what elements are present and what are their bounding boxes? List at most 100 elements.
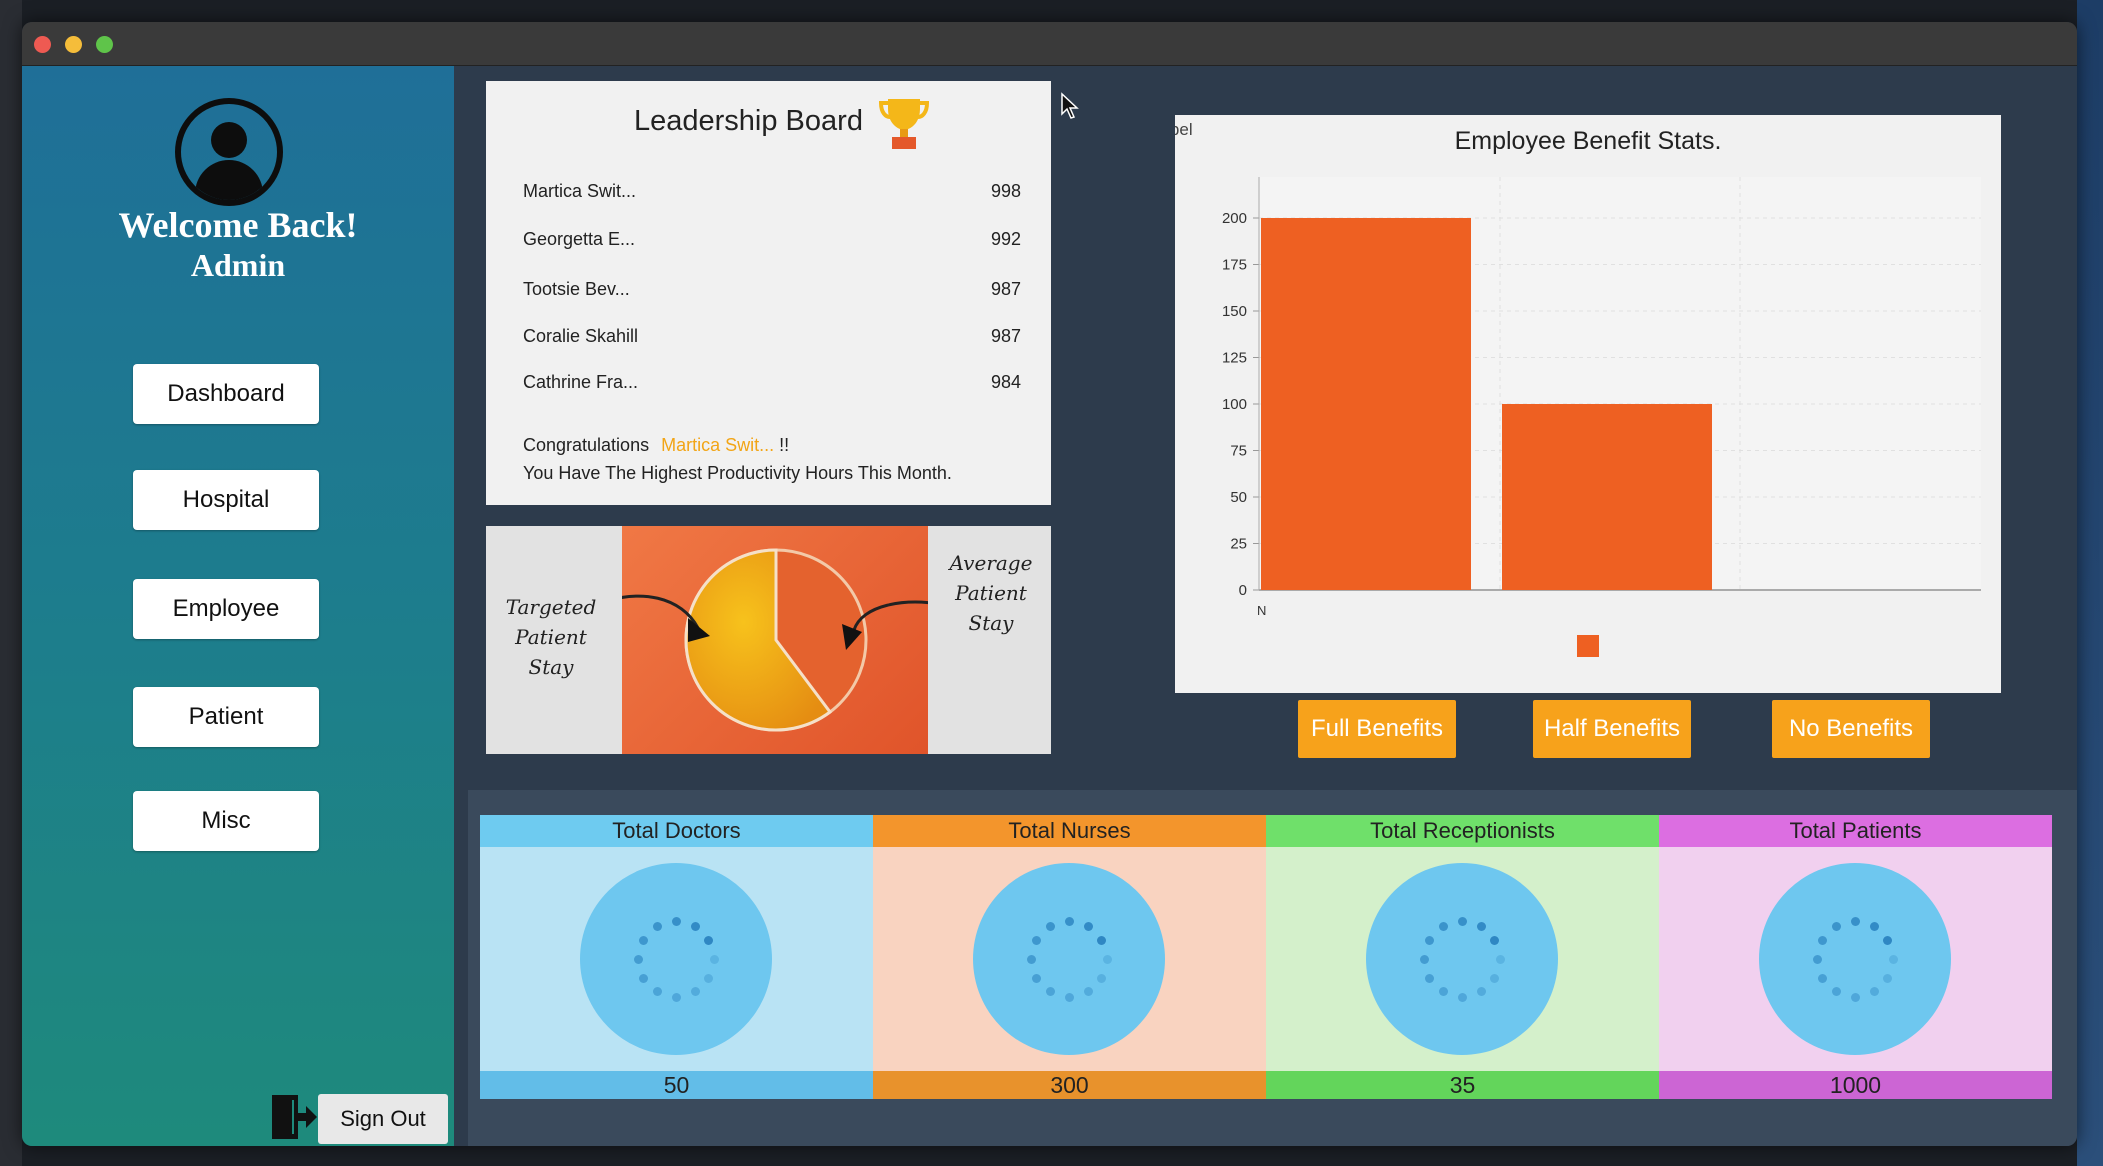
stat-label: Total Patients — [1659, 815, 2052, 847]
average-stay-label: Average Patient Stay — [949, 551, 1033, 635]
half-benefits-button[interactable]: Half Benefits — [1533, 700, 1691, 758]
spinner-dot — [1064, 916, 1074, 926]
full-benefits-button[interactable]: Full Benefits — [1298, 700, 1456, 758]
spinner-dot — [690, 921, 700, 931]
sidebar: Welcome Back! Admin Dashboard Hospital E… — [22, 66, 454, 1146]
nav-hospital-button[interactable]: Hospital — [133, 470, 319, 530]
nav-dashboard-button[interactable]: Dashboard — [133, 364, 319, 424]
spinner-dot — [1817, 973, 1827, 983]
leaderboard-name: Cathrine Fra... — [523, 372, 639, 392]
y-tick-label: 125 — [1222, 350, 1247, 367]
spinner-dot — [1817, 935, 1827, 945]
spinner-dot — [1883, 935, 1893, 945]
spinner-dot — [690, 987, 700, 997]
stat-label: Total Receptionists — [1266, 815, 1659, 847]
leaderboard-name: Coralie Skahill — [523, 326, 639, 346]
maximize-window-button[interactable] — [96, 36, 113, 53]
stat-card-receptionists: Total Receptionists 35 — [1266, 815, 1659, 1099]
spinner-dot — [1102, 954, 1112, 964]
desktop-background-right — [2077, 0, 2103, 1166]
trophy-icon — [878, 99, 930, 149]
sign-out-button[interactable]: Sign Out — [318, 1094, 448, 1144]
x-tick-label: N — [1257, 603, 1266, 618]
spinner-dot — [1097, 973, 1107, 983]
spinner-dot — [1419, 954, 1429, 964]
app-window: Welcome Back! Admin Dashboard Hospital E… — [22, 22, 2077, 1146]
spinner-dot — [1097, 935, 1107, 945]
nav-patient-button[interactable]: Patient — [133, 687, 319, 747]
spinner-dot — [709, 954, 719, 964]
y-tick-label: 25 — [1230, 536, 1247, 553]
desktop-background-left — [0, 0, 22, 1166]
bar — [1261, 218, 1471, 590]
loading-spinner-icon — [580, 863, 772, 1055]
spinner-dot — [1031, 935, 1041, 945]
pie-chart-image — [591, 548, 953, 732]
leaderboard-name: Martica Swit... — [523, 181, 637, 201]
loading-spinner-icon — [1759, 863, 1951, 1055]
welcome-text: Welcome Back! — [118, 205, 358, 245]
benefit-stats-chart: 0255075100125150175200NLabel Employee Be… — [1175, 115, 2001, 693]
pie-chart-panel — [591, 526, 953, 754]
minimize-window-button[interactable] — [65, 36, 82, 53]
congrats-message: Congratulations Martica Swit... !! — [523, 435, 789, 456]
nav-misc-button[interactable]: Misc — [133, 791, 319, 851]
nav-employee-button[interactable]: Employee — [133, 579, 319, 639]
congrats-suffix: !! — [779, 435, 790, 455]
spinner-dot — [1850, 992, 1860, 1002]
leaderboard-score: 987 — [990, 326, 1021, 346]
spinner-dot — [704, 973, 714, 983]
admin-avatar-icon — [175, 98, 283, 206]
spinner-dot — [1831, 987, 1841, 997]
spinner-dot — [1888, 954, 1898, 964]
stat-card-doctors: Total Doctors 50 — [480, 815, 873, 1099]
mouse-cursor-icon — [1061, 92, 1079, 119]
sign-out-icon[interactable] — [268, 1092, 318, 1142]
spinner-dot — [1045, 921, 1055, 931]
no-benefits-button[interactable]: No Benefits — [1772, 700, 1930, 758]
congrats-winner-name: Martica Swit... — [661, 435, 775, 455]
spinner-dot — [1083, 987, 1093, 997]
spinner-dot — [1850, 916, 1860, 926]
stats-panel: Total Doctors 50 Total Nurses 300 Total … — [468, 790, 2077, 1146]
spinner-dot — [1883, 973, 1893, 983]
stat-card-patients: Total Patients 1000 — [1659, 815, 2052, 1099]
spinner-dot — [671, 916, 681, 926]
stat-label: Total Doctors — [480, 815, 873, 847]
y-tick-label: 50 — [1230, 489, 1247, 506]
stat-body — [1659, 847, 2052, 1071]
stat-label: Total Nurses — [873, 815, 1266, 847]
spinner-dot — [1457, 992, 1467, 1002]
spinner-dot — [652, 987, 662, 997]
leaderboard-score: 987 — [990, 279, 1021, 299]
spinner-dot — [1476, 987, 1486, 997]
spinner-dot — [1083, 921, 1093, 931]
spinner-dot — [652, 921, 662, 931]
congrats-prefix: Congratulations — [523, 435, 650, 455]
chart-title: Employee Benefit Stats. — [1454, 127, 1722, 155]
window-titlebar — [22, 22, 2077, 66]
spinner-dot — [1031, 973, 1041, 983]
spinner-dot — [1490, 973, 1500, 983]
spinner-dot — [1438, 921, 1448, 931]
stat-body — [1266, 847, 1659, 1071]
y-tick-label: 150 — [1222, 303, 1247, 320]
y-tick-label: 0 — [1239, 582, 1247, 599]
legend-swatch — [1577, 635, 1599, 657]
stat-value: 50 — [480, 1071, 873, 1099]
spinner-dot — [1438, 987, 1448, 997]
targeted-stay-label: Targeted Patient Stay — [505, 595, 597, 679]
spinner-dot — [638, 973, 648, 983]
bar — [1502, 404, 1712, 590]
spinner-dot — [633, 954, 643, 964]
y-tick-label: 75 — [1230, 443, 1247, 460]
y-tick-label: 200 — [1222, 210, 1247, 227]
spinner-dot — [1424, 935, 1434, 945]
leadership-board-title: Leadership Board — [634, 105, 863, 137]
patient-stay-card: Targeted Patient Stay Average Patient Stay — [486, 526, 1051, 754]
bar-chart-svg: 0255075100125150175200NLabel — [1175, 120, 1981, 657]
spinner-dot — [1026, 954, 1036, 964]
stat-value: 35 — [1266, 1071, 1659, 1099]
close-window-button[interactable] — [34, 36, 51, 53]
leaderboard-score: 998 — [990, 181, 1021, 201]
